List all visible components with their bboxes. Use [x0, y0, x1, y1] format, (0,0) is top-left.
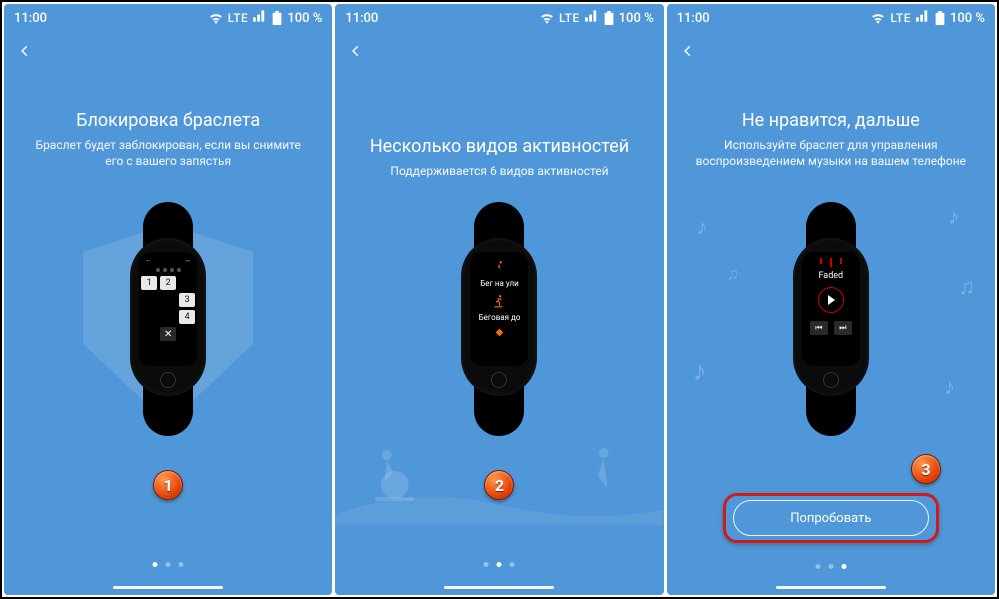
- band-device: Faded ⏮ ⏭: [788, 202, 874, 436]
- network-label: LTE: [890, 11, 911, 25]
- step-badge: 2: [484, 470, 514, 500]
- pin-key: 1: [141, 276, 157, 290]
- band-home-icon: [823, 372, 839, 388]
- status-indicators: LTE 100 %: [540, 10, 654, 26]
- wifi-icon: [540, 12, 554, 24]
- status-time: 11:00: [677, 11, 710, 26]
- activity-label: Беговая до: [479, 313, 521, 322]
- next-track-icon: ⏭: [834, 321, 852, 335]
- try-button-label: Попробовать: [790, 511, 871, 526]
- back-button[interactable]: [681, 44, 701, 64]
- pin-key: 2: [160, 276, 176, 290]
- band-home-icon: [491, 372, 507, 388]
- step-badge: 3: [911, 454, 941, 484]
- page-title: Не нравится, дальше: [695, 110, 967, 131]
- play-icon: [818, 287, 844, 313]
- battery-label: 100 %: [950, 11, 985, 26]
- pin-delete-key: ✕: [160, 327, 176, 341]
- band-screen-pin: ← ↔ 1 2 3 4 ✕: [139, 252, 197, 366]
- activity-row: ◆: [496, 328, 504, 338]
- nav-home-indicator: [776, 586, 886, 589]
- band-home-icon: [160, 372, 176, 388]
- page-subtitle: Браслет будет заблокирован, если вы сним…: [32, 137, 304, 169]
- activity-label: Бег на ули: [480, 279, 518, 288]
- band-screen-music: Faded ⏮ ⏭: [802, 252, 860, 366]
- band-device: Бег на ули Беговая до ◆: [456, 202, 542, 436]
- signal-icon: [585, 10, 599, 26]
- battery-icon: [604, 11, 614, 25]
- page-subtitle: Поддерживается 6 видов активностей: [363, 163, 635, 179]
- activity-row: Беговая до: [479, 294, 521, 322]
- prev-track-icon: ⏮: [810, 321, 828, 335]
- status-bar: 11:00 LTE 100 %: [4, 4, 332, 32]
- pin-back-icon: ←: [145, 256, 152, 264]
- status-bar: 11:00 LTE 100 %: [335, 4, 663, 32]
- onboarding-panel-3: 11:00 LTE 100 % Не нравится, дальше Испо…: [667, 4, 995, 595]
- page-title: Несколько видов активностей: [363, 136, 635, 157]
- onboarding-panel-1: 11:00 LTE 100 % Блокировка браслета Брас…: [4, 4, 332, 595]
- status-indicators: LTE 100 %: [209, 10, 323, 26]
- running-icon: [492, 260, 506, 277]
- wifi-icon: [209, 12, 223, 24]
- nav-home-indicator: [113, 586, 223, 589]
- equalizer-icon: [820, 258, 842, 267]
- battery-label: 100 %: [287, 11, 322, 26]
- signal-icon: [916, 10, 930, 26]
- treadmill-icon: [492, 294, 506, 311]
- page-indicator: [815, 564, 846, 569]
- back-button[interactable]: [349, 44, 369, 64]
- back-button[interactable]: [18, 44, 38, 64]
- battery-icon: [272, 11, 282, 25]
- status-time: 11:00: [345, 11, 378, 26]
- wifi-icon: [871, 12, 885, 24]
- status-time: 11:00: [14, 11, 47, 26]
- activity-more-icon: ◆: [496, 328, 504, 338]
- network-label: LTE: [559, 11, 580, 25]
- pin-swap-icon: ↔: [184, 256, 191, 264]
- onboarding-panel-2: 11:00 LTE 100 % Несколько видов активнос…: [335, 4, 663, 595]
- signal-icon: [253, 10, 267, 26]
- step-badge: 1: [153, 470, 183, 500]
- network-label: LTE: [228, 11, 249, 25]
- track-title: Faded: [818, 271, 843, 281]
- activity-row: Бег на ули: [480, 260, 518, 288]
- nav-home-indicator: [444, 586, 554, 589]
- pin-key: 4: [179, 310, 195, 324]
- page-subtitle: Используйте браслет для управления воспр…: [695, 137, 967, 169]
- page-indicator: [153, 562, 184, 567]
- band-screen-activities: Бег на ули Беговая до ◆: [470, 252, 528, 366]
- try-button-highlight: Попробовать: [723, 493, 939, 543]
- try-button[interactable]: Попробовать: [733, 500, 929, 536]
- status-indicators: LTE 100 %: [871, 10, 985, 26]
- battery-label: 100 %: [619, 11, 654, 26]
- page-title: Блокировка браслета: [32, 110, 304, 131]
- status-bar: 11:00 LTE 100 %: [667, 4, 995, 32]
- band-device: ← ↔ 1 2 3 4 ✕: [125, 202, 211, 436]
- pin-key: 3: [179, 293, 195, 307]
- page-indicator: [484, 562, 515, 567]
- battery-icon: [935, 11, 945, 25]
